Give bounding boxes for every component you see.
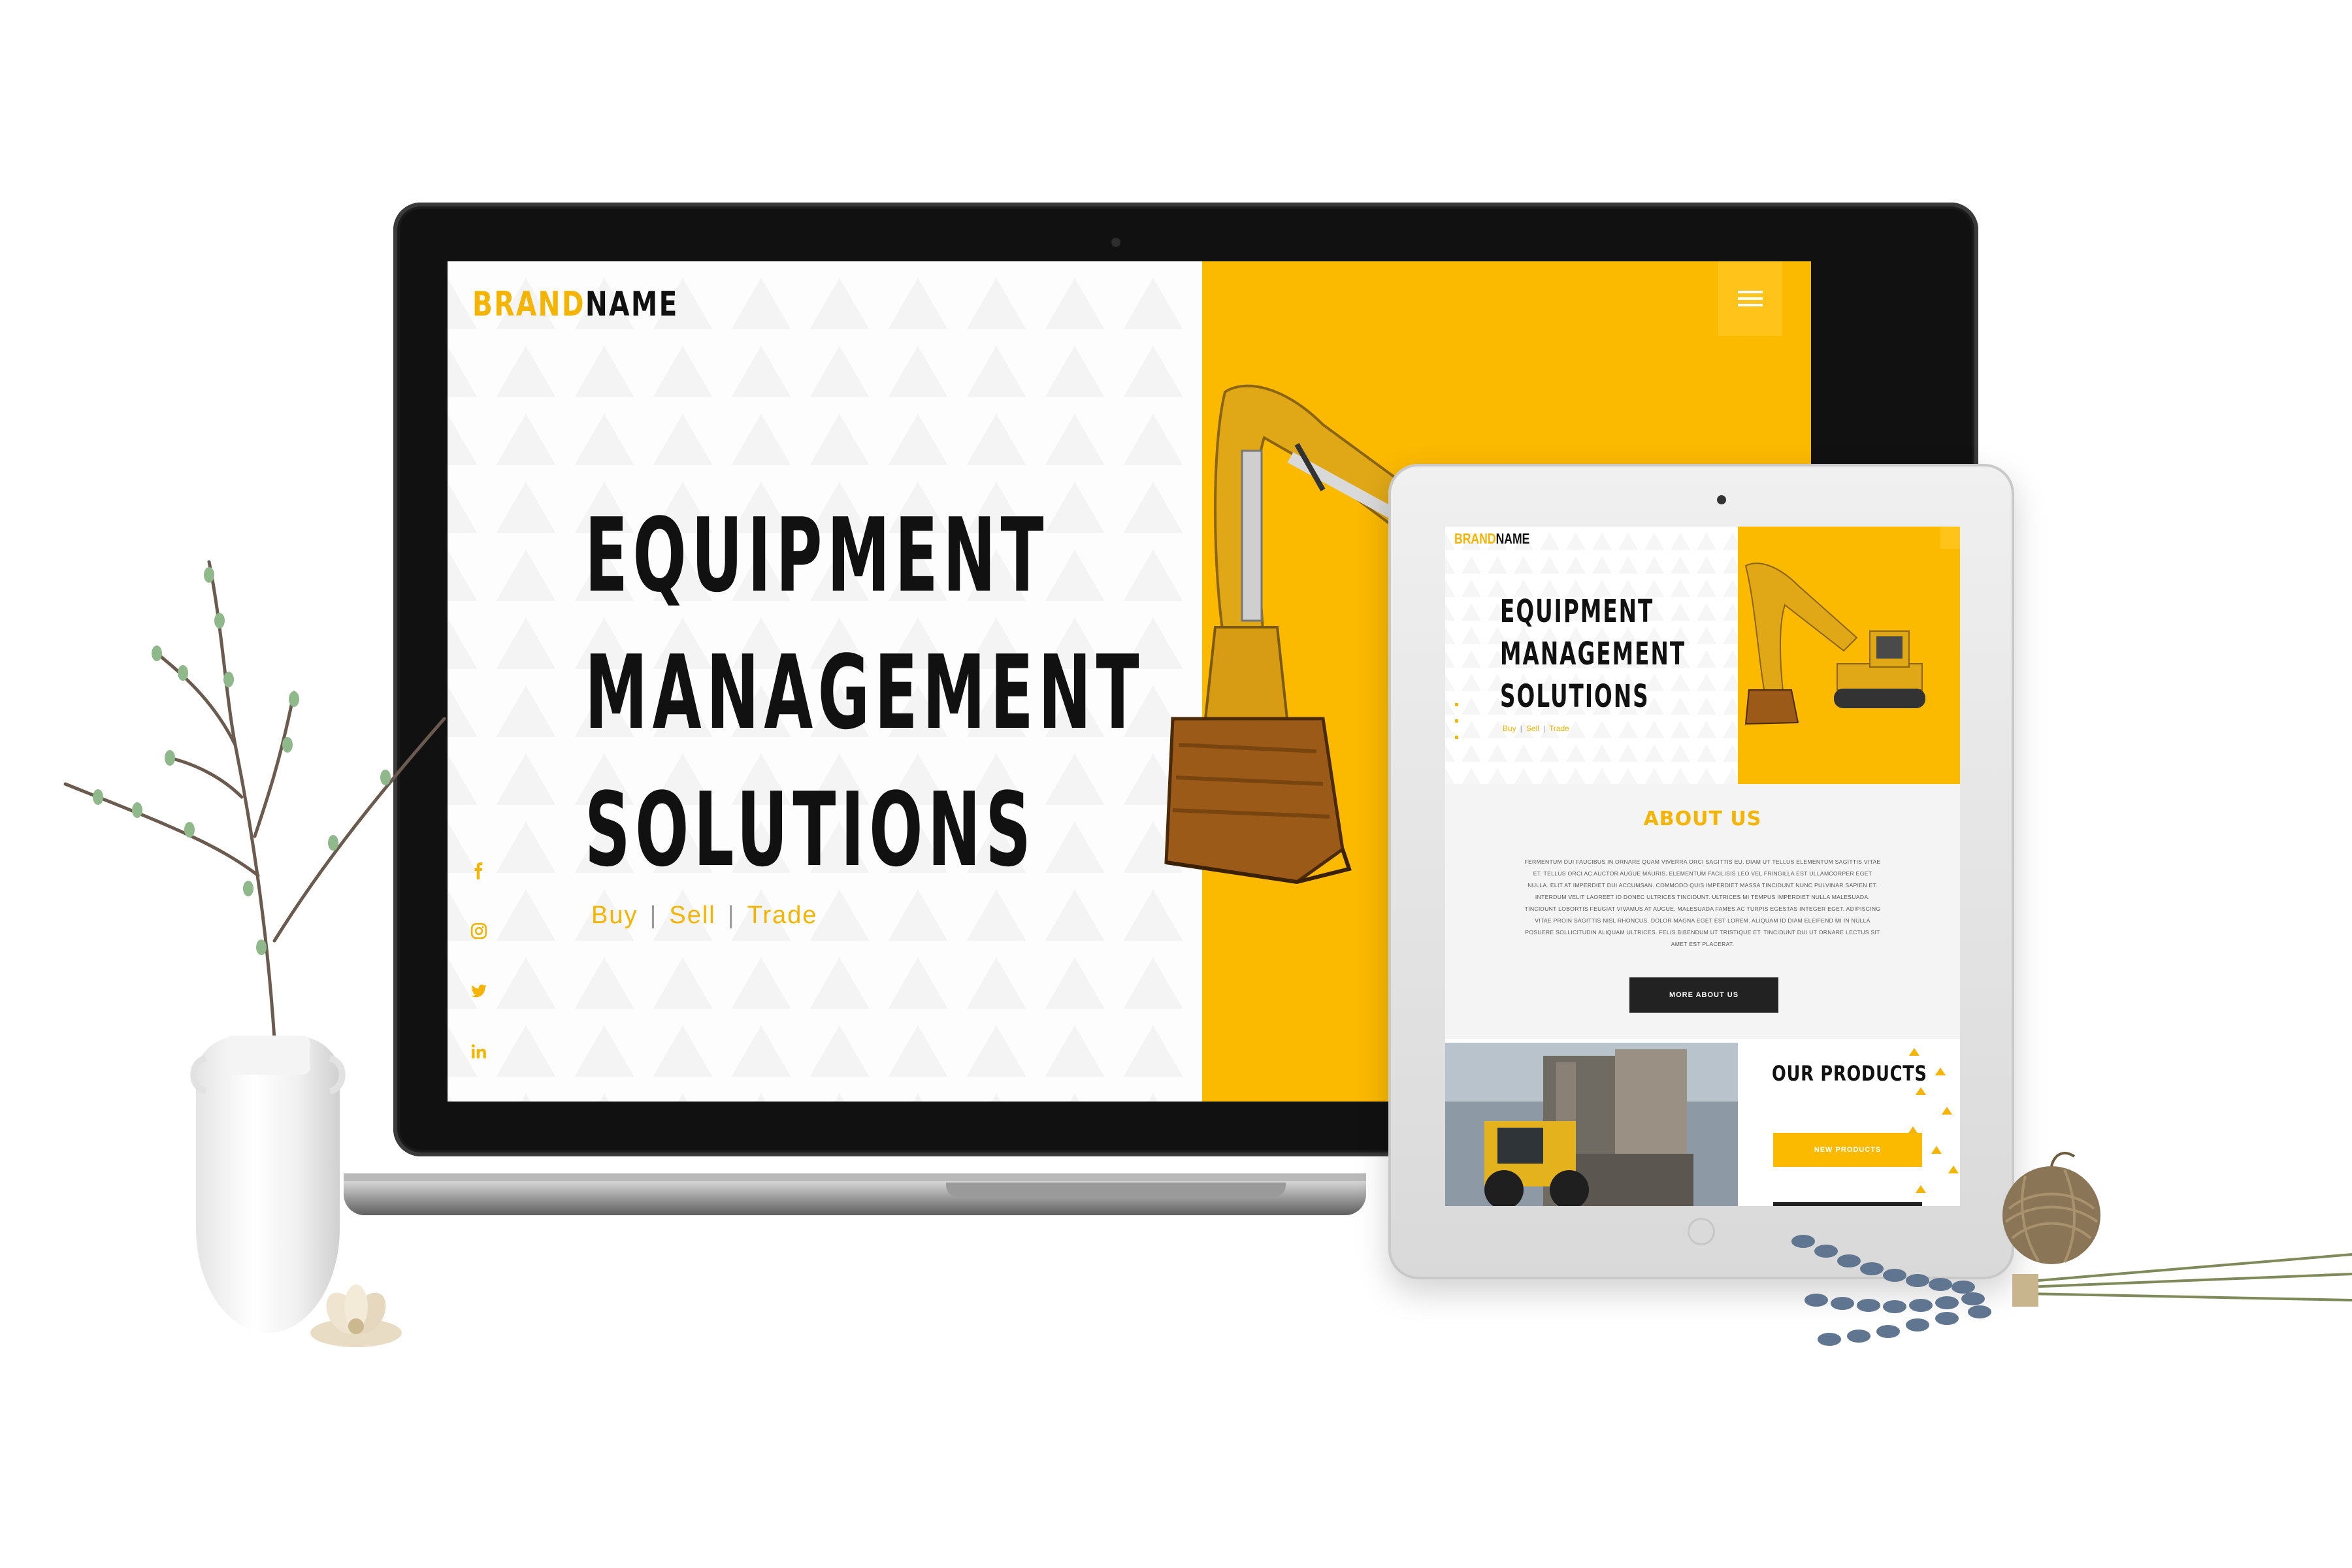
products-title: OUR PRODUCTS	[1772, 1061, 1927, 1086]
linkedin-icon[interactable]	[470, 1043, 487, 1060]
tablet-brand-logo[interactable]: BRANDNAME	[1454, 531, 1529, 547]
tablet-hero-line-1: EQUIPMENT	[1500, 593, 1654, 630]
products-dark-button[interactable]	[1773, 1202, 1922, 1206]
brand-logo[interactable]: BRANDNAME	[472, 285, 679, 324]
laptop-notch	[946, 1183, 1286, 1197]
more-about-us-button[interactable]: MORE ABOUT US	[1629, 977, 1778, 1013]
tablet-hero-line-3: SOLUTIONS	[1500, 678, 1650, 715]
tablet-camera	[1717, 495, 1726, 504]
tagline-separator: |	[649, 902, 658, 929]
tablet-hero-tagline: Buy | Sell | Trade	[1503, 724, 1569, 733]
new-products-button[interactable]: NEW PRODUCTS	[1773, 1133, 1922, 1167]
tablet-tagline-separator: |	[1520, 724, 1522, 733]
tablet-tagline-buy[interactable]: Buy	[1503, 724, 1516, 733]
twitter-icon[interactable]	[470, 983, 487, 1000]
tablet-hero-line-2: MANAGEMENT	[1500, 636, 1686, 672]
instagram-icon[interactable]	[470, 923, 487, 939]
hero-line-2: MANAGEMENT	[585, 633, 1145, 752]
lavender-decoration	[1791, 1235, 2352, 1346]
tagline-separator: |	[727, 902, 736, 929]
tablet-brand-word-2: NAME	[1495, 531, 1530, 547]
hero-line-3: SOLUTIONS	[585, 770, 1036, 889]
about-title: ABOUT US	[1643, 808, 1762, 830]
flower-decoration	[310, 1284, 402, 1347]
tablet-tagline-separator: |	[1543, 724, 1545, 733]
vase-handles	[190, 1055, 346, 1094]
tablet-hero-title: EQUIPMENT MANAGEMENT SOLUTIONS	[1500, 591, 1686, 718]
branch-decoration	[63, 560, 446, 1041]
hero-line-1: EQUIPMENT	[585, 496, 1049, 615]
brand-word-2: NAME	[585, 285, 679, 324]
menu-button[interactable]	[1718, 261, 1782, 336]
loader-photo	[1445, 1043, 1738, 1206]
tablet-tagline-sell[interactable]: Sell	[1526, 724, 1539, 733]
hero-title: EQUIPMENT MANAGEMENT SOLUTIONS	[585, 487, 1144, 898]
tablet-menu-button[interactable]	[1940, 527, 1960, 549]
tablet-tagline-trade[interactable]: Trade	[1549, 724, 1569, 733]
tablet-excavator-image	[1744, 563, 1925, 725]
about-text: FERMENTUM DUI FAUCIBUS IN ORNARE QUAM VI…	[1524, 858, 1881, 947]
tagline-buy[interactable]: Buy	[591, 902, 638, 929]
tablet-social-icons	[1455, 703, 1459, 752]
facebook-icon[interactable]	[470, 862, 487, 879]
hero-tagline: Buy | Sell | Trade	[591, 902, 817, 930]
instagram-icon[interactable]	[1455, 719, 1458, 723]
twitter-icon[interactable]	[1455, 736, 1458, 739]
tagline-trade[interactable]: Trade	[747, 902, 818, 929]
tagline-sell[interactable]: Sell	[669, 902, 715, 929]
hamburger-menu-icon	[1738, 291, 1763, 306]
facebook-icon[interactable]	[1455, 703, 1458, 706]
tablet-home-button	[1688, 1218, 1715, 1245]
tablet-screen: BRANDNAME EQUIPMENT MANAGEMENT SOLUTIONS…	[1445, 527, 1960, 1206]
laptop-camera	[1111, 238, 1120, 247]
tablet-brand-word-1: BRAND	[1454, 531, 1496, 547]
brand-word-1: BRAND	[472, 285, 585, 324]
